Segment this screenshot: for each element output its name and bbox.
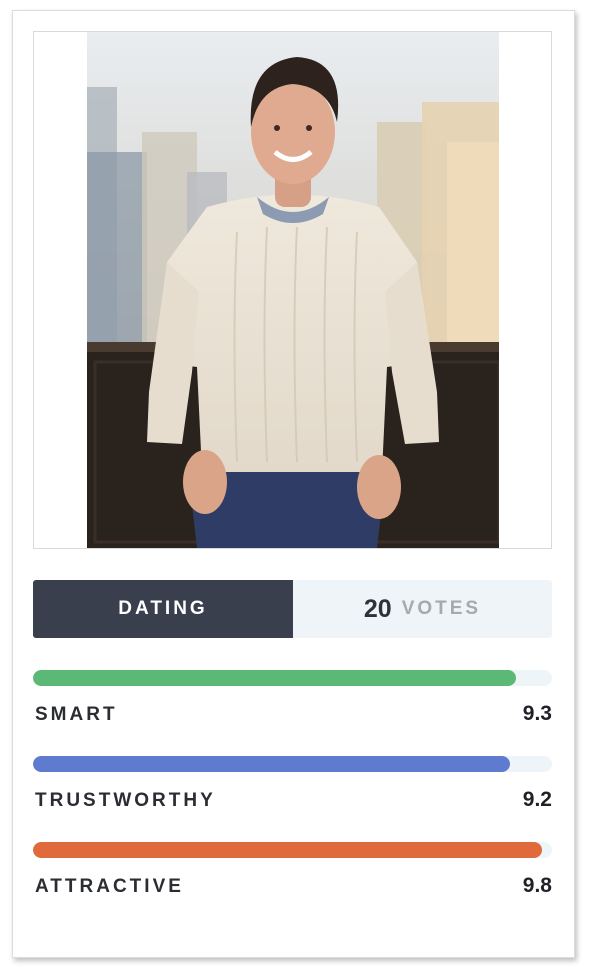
metric-bar-fill [33,842,542,858]
metric-bar-track [33,842,552,858]
votes-label: VOTES [401,598,482,619]
metric-score: 9.2 [522,788,552,811]
metric-bar-track [33,756,552,772]
photo-frame [33,31,552,549]
tab-votes[interactable]: 20 VOTES [293,580,552,638]
metric-score: 9.3 [522,702,552,725]
person-photo-icon [87,32,499,548]
metric-bar-fill [33,756,511,772]
metric-bar-track [33,670,552,686]
profile-photo[interactable] [87,32,499,548]
tab-dating[interactable]: DATING [33,580,293,638]
metric-score: 9.8 [522,874,552,897]
profile-card: DATING 20 VOTES SMART 9.3 TRUSTWORTHY 9.… [12,10,575,958]
metric-label: TRUSTWORTHY [35,790,216,811]
tab-dating-label: DATING [118,598,208,619]
metric-label: SMART [35,704,118,725]
profile-tabs: DATING 20 VOTES [33,580,552,638]
votes-count: 20 [363,594,392,623]
metric-label: ATTRACTIVE [35,876,184,897]
metric-bar-fill [33,670,516,686]
